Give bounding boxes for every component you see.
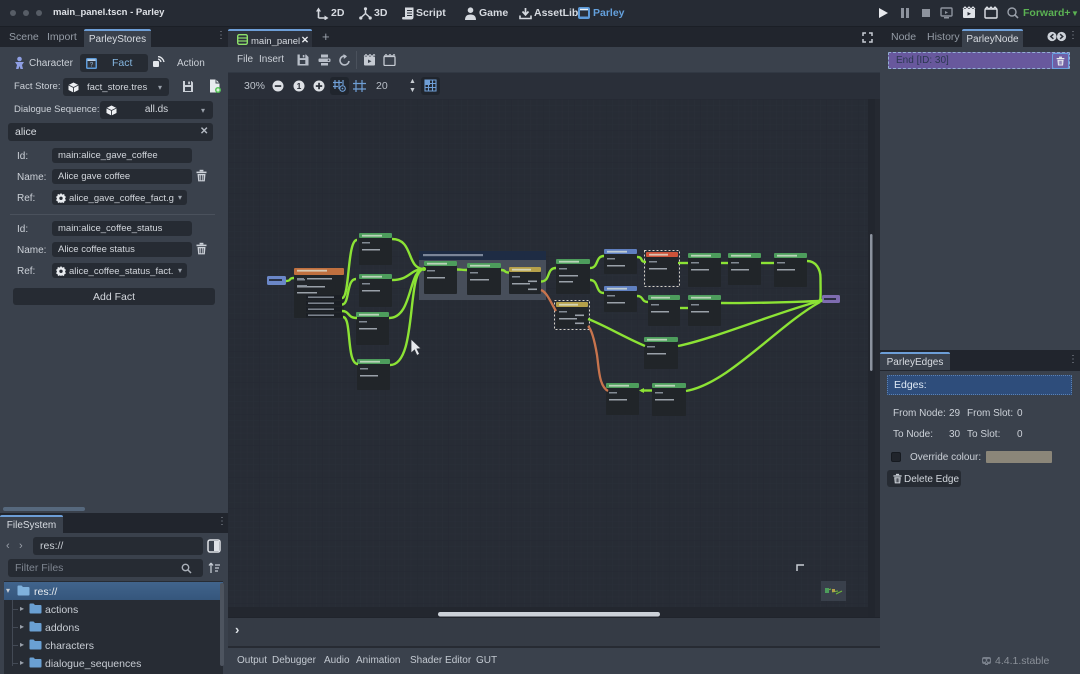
svg-text:1: 1	[297, 81, 302, 91]
